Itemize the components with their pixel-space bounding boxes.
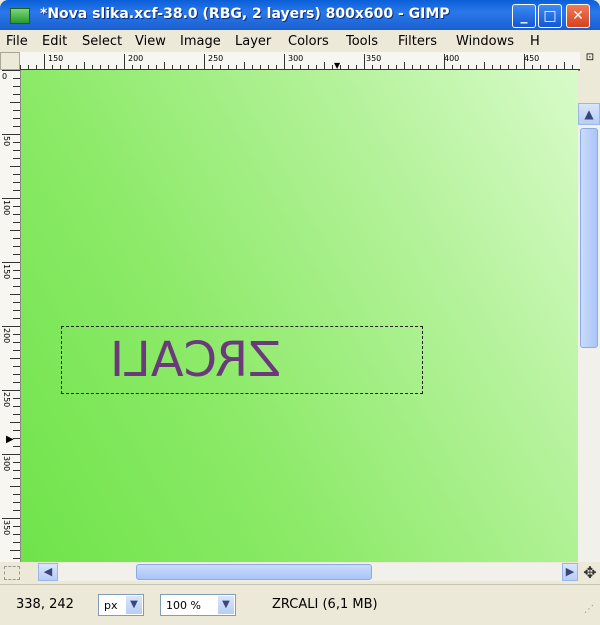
menu-edit[interactable]: Edit bbox=[42, 34, 67, 49]
maximize-button[interactable]: □ bbox=[538, 4, 562, 28]
ruler-h-label: 400 bbox=[444, 54, 460, 63]
ruler-h-label: 450 bbox=[524, 54, 540, 63]
ruler-v-label: 350 bbox=[2, 520, 11, 536]
minimize-button[interactable]: _ bbox=[512, 4, 536, 28]
menu-select[interactable]: Select bbox=[82, 34, 122, 49]
chevron-down-icon[interactable]: ▼ bbox=[218, 596, 234, 614]
ruler-h-label: 300 bbox=[288, 54, 304, 63]
gimp-app-icon[interactable] bbox=[10, 8, 30, 24]
close-button[interactable]: ✕ bbox=[566, 4, 590, 28]
ruler-v-label: 150 bbox=[2, 264, 11, 280]
ruler-corner-button[interactable] bbox=[0, 52, 20, 70]
ruler-h-label: 350 bbox=[366, 54, 382, 63]
image-canvas[interactable]: ZRCALI bbox=[21, 70, 578, 562]
horizontal-ruler[interactable]: 150 200 250 300 350 400 450 ▼ bbox=[20, 52, 580, 71]
ruler-v-label: 100 bbox=[2, 200, 11, 216]
ruler-pointer-marker-icon: ▼ bbox=[334, 61, 341, 70]
unit-dropdown[interactable]: px ▼ bbox=[98, 594, 144, 616]
unit-value: px bbox=[104, 599, 118, 612]
menu-filters[interactable]: Filters bbox=[398, 34, 437, 49]
navigate-icon[interactable]: ✥ bbox=[580, 563, 600, 583]
ruler-h-label: 150 bbox=[48, 54, 64, 63]
menu-bar: File Edit Select View Image Layer Colors… bbox=[0, 30, 600, 53]
scroll-left-button[interactable]: ◀ bbox=[38, 563, 58, 581]
ruler-v-label: 250 bbox=[2, 392, 11, 408]
mirrored-text-layer[interactable]: ZRCALI bbox=[61, 332, 281, 388]
menu-colors[interactable]: Colors bbox=[288, 34, 329, 49]
ruler-h-label: 200 bbox=[128, 54, 144, 63]
ruler-v-label: 300 bbox=[2, 456, 11, 472]
vertical-scrollbar-thumb[interactable] bbox=[580, 128, 598, 348]
window-title: *Nova slika.xcf-38.0 (RBG, 2 layers) 800… bbox=[40, 6, 450, 22]
pointer-coordinates: 338, 242 bbox=[16, 597, 74, 612]
menu-view[interactable]: View bbox=[135, 34, 166, 49]
zoom-to-fit-icon[interactable]: ⊡ bbox=[580, 52, 600, 70]
resize-grip-icon[interactable]: ⋰ bbox=[584, 604, 598, 618]
ruler-v-label: 200 bbox=[2, 328, 11, 344]
ruler-v-label: 50 bbox=[2, 136, 11, 147]
menu-file[interactable]: File bbox=[6, 34, 28, 49]
ruler-pointer-marker-icon: ▶ bbox=[6, 434, 14, 445]
menu-tools[interactable]: Tools bbox=[346, 34, 378, 49]
horizontal-scrollbar-thumb[interactable] bbox=[136, 564, 372, 580]
menu-layer[interactable]: Layer bbox=[235, 34, 271, 49]
ruler-h-label: 250 bbox=[208, 54, 224, 63]
chevron-down-icon[interactable]: ▼ bbox=[126, 596, 142, 614]
status-message: ZRCALI (6,1 MB) bbox=[272, 597, 378, 612]
scroll-right-button[interactable]: ▶ bbox=[562, 563, 578, 581]
menu-windows[interactable]: Windows bbox=[456, 34, 514, 49]
zoom-value: 100 % bbox=[166, 599, 201, 612]
zoom-dropdown[interactable]: 100 % ▼ bbox=[160, 594, 236, 616]
menu-image[interactable]: Image bbox=[180, 34, 221, 49]
scroll-up-button[interactable]: ▲ bbox=[578, 103, 600, 125]
ruler-v-label: 0 bbox=[2, 72, 8, 81]
quick-mask-toggle-icon[interactable] bbox=[4, 566, 20, 580]
menu-help[interactable]: H bbox=[530, 34, 540, 49]
vertical-ruler[interactable]: 0 50 100 150 200 250 300 350 ▶ bbox=[0, 70, 21, 562]
